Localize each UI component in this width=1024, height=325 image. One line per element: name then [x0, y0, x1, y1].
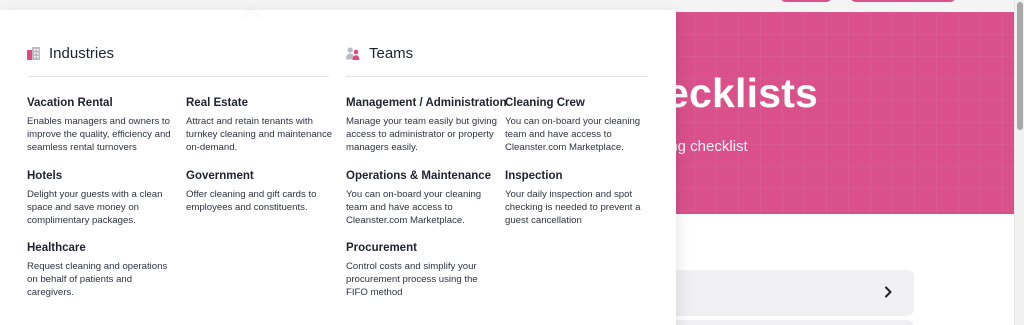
industries-title: Industries: [49, 44, 115, 62]
industries-header: Industries: [27, 44, 114, 62]
mega-menu-dropdown: Industries Vacation Rental Enables manag…: [0, 10, 676, 325]
teams-section: Teams Management / Administration Manage…: [346, 10, 648, 325]
teams-header: Teams: [346, 44, 413, 62]
menu-item-title: Management / Administration: [346, 97, 507, 109]
header-button[interactable]: [780, 0, 832, 2]
menu-item-title: Healthcare: [27, 242, 86, 254]
hero-banner: ecklists ing checklist: [672, 12, 1014, 214]
menu-item-description: Request cleaning and operations on behal…: [27, 261, 168, 298]
menu-item-government[interactable]: Government Offer cleaning and gift cards…: [186, 170, 336, 214]
menu-item-vacation-rental[interactable]: Vacation Rental Enables managers and own…: [27, 97, 177, 154]
scrollbar-thumb[interactable]: [1017, 2, 1023, 130]
hero-title: ecklists: [672, 70, 819, 116]
people-icon: [346, 46, 360, 60]
menu-item-description: Attract and retain tenants with turnkey …: [186, 116, 333, 153]
menu-item-title: Cleaning Crew: [505, 97, 585, 109]
menu-item-title: Inspection: [505, 170, 563, 182]
section-divider: [346, 76, 648, 77]
header-cta-button[interactable]: [850, 0, 956, 2]
menu-item-description: Manage your team easily but giving acces…: [346, 116, 497, 153]
menu-item-title: Hotels: [27, 170, 63, 182]
menu-item-description: You can on-board your cleaning team and …: [505, 116, 641, 153]
section-divider: [27, 76, 329, 77]
chevron-right-icon: [885, 286, 892, 298]
menu-item-title: Real Estate: [186, 97, 249, 109]
menu-item-cleaning-crew[interactable]: Cleaning Crew You can on-board your clea…: [505, 97, 655, 154]
scrollbar[interactable]: [1014, 0, 1024, 325]
menu-item-description: Offer cleaning and gift cards to employe…: [186, 189, 317, 213]
menu-item-operations-maintenance[interactable]: Operations & Maintenance You can on-boar…: [346, 170, 502, 227]
menu-item-description: Enables managers and owners to improve t…: [27, 116, 171, 153]
teams-title: Teams: [369, 44, 414, 62]
menu-item-hotels[interactable]: Hotels Delight your guests with a clean …: [27, 170, 177, 227]
menu-item-title: Operations & Maintenance: [346, 170, 492, 182]
industries-section: Industries Vacation Rental Enables manag…: [27, 10, 332, 325]
menu-item-description: Delight your guests with a clean space a…: [27, 189, 163, 226]
menu-item-real-estate[interactable]: Real Estate Attract and retain tenants w…: [186, 97, 336, 154]
menu-item-title: Procurement: [346, 242, 417, 254]
building-icon: [27, 46, 40, 60]
accordion-row[interactable]: [660, 320, 914, 325]
menu-item-management-administration[interactable]: Management / Administration Manage your …: [346, 97, 507, 154]
menu-item-title: Government: [186, 170, 254, 182]
hero-subtitle: ing checklist: [672, 138, 748, 155]
menu-item-inspection[interactable]: Inspection Your daily inspection and spo…: [505, 170, 655, 227]
menu-item-title: Vacation Rental: [27, 97, 113, 109]
menu-item-healthcare[interactable]: Healthcare Request cleaning and operatio…: [27, 242, 177, 299]
accordion-row[interactable]: [660, 270, 914, 316]
menu-item-procurement[interactable]: Procurement Control costs and simplify y…: [346, 242, 496, 299]
menu-item-description: Your daily inspection and spot checking …: [505, 189, 641, 226]
menu-item-description: You can on-board your cleaning team and …: [346, 189, 482, 226]
menu-item-description: Control costs and simplify your procurem…: [346, 261, 478, 298]
